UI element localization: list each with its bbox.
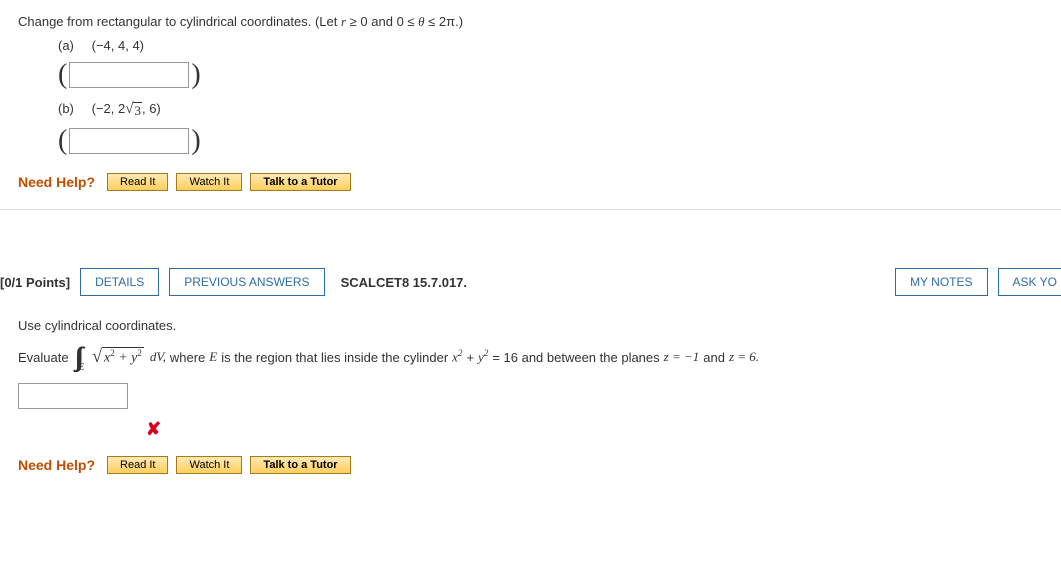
q1-cond2: ≤ 2π.) (425, 14, 464, 29)
region-E-sub: E (78, 362, 84, 373)
evaluate-row: Evaluate ∫∫∫E √ x2 + y2 dV, where E is t… (18, 347, 1043, 367)
paren-close: ) (191, 59, 200, 91)
where-text: where (170, 350, 205, 365)
evaluate-label: Evaluate (18, 350, 69, 365)
paren-open: ( (58, 125, 67, 157)
source-label: SCALCET8 15.7.017. (341, 275, 467, 290)
need-help-label: Need Help? (18, 174, 95, 190)
my-notes-button[interactable]: MY NOTES (895, 268, 987, 296)
eqn-x2: x2 (452, 348, 462, 365)
part-b-radicand: 3 (133, 102, 142, 119)
part-b-pre: (−2, 2 (92, 101, 126, 116)
points-label: [0/1 Points] (0, 275, 70, 290)
part-a: (a) (−4, 4, 4) ( ) (58, 38, 1043, 91)
part-b-input[interactable] (69, 128, 189, 154)
eqn-y2: y2 (478, 348, 488, 365)
part-a-answer: ( ) (58, 59, 1043, 91)
z-lower: z = −1 (664, 349, 700, 365)
q2-prompt: Use cylindrical coordinates. (18, 318, 1043, 333)
sqrt-expr: √ x2 + y2 (92, 347, 144, 367)
need-help-row: Need Help? Read It Watch It Talk to a Tu… (18, 173, 1043, 191)
sqrt-icon: √3 (125, 102, 142, 119)
part-b-answer: ( ) (58, 125, 1043, 157)
paren-close: ) (191, 125, 200, 157)
part-b: (b) (−2, 2√3, 6) ( ) (58, 101, 1043, 157)
question-1: Change from rectangular to cylindrical c… (0, 0, 1061, 210)
talk-to-tutor-button[interactable]: Talk to a Tutor (250, 456, 350, 474)
region-E: E (209, 349, 217, 365)
wrong-icon: ✘ (146, 419, 161, 440)
read-it-button[interactable]: Read It (107, 173, 168, 191)
previous-answers-button[interactable]: PREVIOUS ANSWERS (169, 268, 324, 296)
header-right: MY NOTES ASK YO (895, 268, 1061, 296)
plus: + (466, 350, 474, 365)
part-a-coords: (−4, 4, 4) (92, 38, 144, 53)
dv-label: dV, (150, 349, 166, 365)
part-b-post: , 6) (142, 101, 161, 116)
radicand: x2 + y2 (102, 347, 144, 367)
part-b-label: (b) (58, 101, 88, 116)
eqn-rhs: = 16 and between the planes (492, 350, 659, 365)
need-help-row-2: Need Help? Read It Watch It Talk to a Tu… (18, 456, 1043, 474)
feedback-row: ✘ (18, 419, 1043, 440)
part-a-input[interactable] (69, 62, 189, 88)
question-2: Use cylindrical coordinates. Evaluate ∫∫… (0, 304, 1061, 488)
ask-teacher-button[interactable]: ASK YO (998, 268, 1061, 296)
region-text: is the region that lies inside the cylin… (221, 350, 448, 365)
and-text: and (703, 350, 725, 365)
watch-it-button[interactable]: Watch It (176, 456, 242, 474)
watch-it-button[interactable]: Watch It (176, 173, 242, 191)
q1-prompt-prefix: Change from rectangular to cylindrical c… (18, 14, 341, 29)
q1-cond1: ≥ 0 and 0 ≤ (346, 14, 418, 29)
q2-answer-input[interactable] (18, 383, 128, 409)
need-help-label: Need Help? (18, 457, 95, 473)
q1-prompt: Change from rectangular to cylindrical c… (18, 14, 1043, 30)
part-a-label: (a) (58, 38, 88, 53)
answer-row (18, 381, 1043, 409)
part-b-coords: (−2, 2√3, 6) (92, 101, 161, 116)
details-button[interactable]: DETAILS (80, 268, 159, 296)
read-it-button[interactable]: Read It (107, 456, 168, 474)
q2-header: [0/1 Points] DETAILS PREVIOUS ANSWERS SC… (0, 260, 1061, 304)
talk-to-tutor-button[interactable]: Talk to a Tutor (250, 173, 350, 191)
paren-open: ( (58, 59, 67, 91)
z-upper: z = 6. (729, 349, 759, 365)
radical-icon: √ (92, 347, 102, 365)
